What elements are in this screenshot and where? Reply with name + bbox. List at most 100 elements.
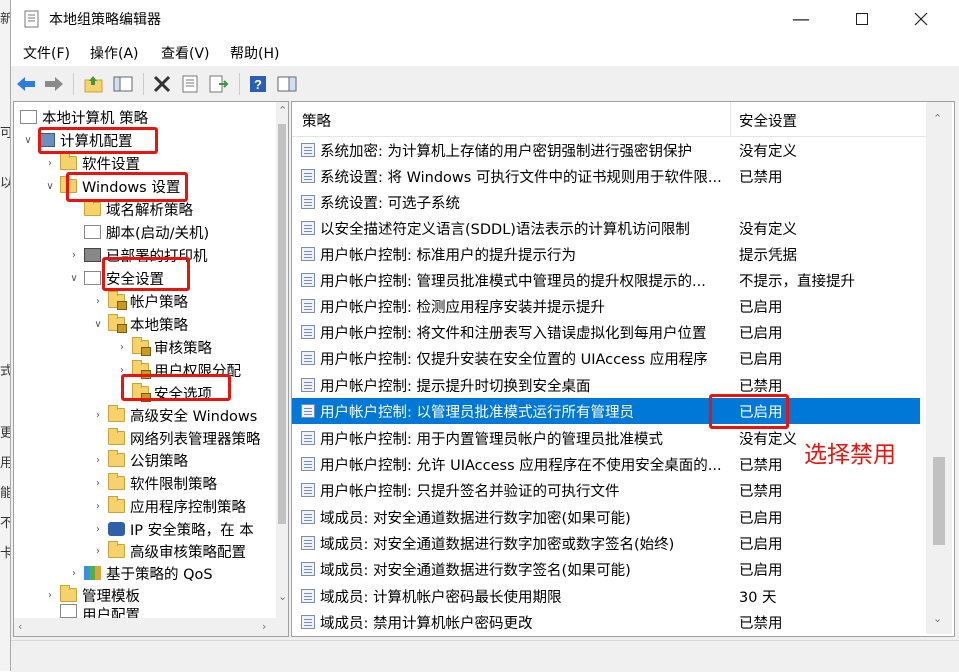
- expand-chevron-icon[interactable]: ›: [92, 524, 104, 535]
- table-row[interactable]: 用户帐户控制: 只提升签名并验证的可执行文件 已禁用: [292, 477, 920, 503]
- policy-name: 域成员: 计算机帐户密码最长使用期限: [320, 589, 562, 606]
- table-row[interactable]: 用户帐户控制: 仅提升安装在安全位置的 UIAccess 应用程序 已启用: [292, 345, 920, 371]
- highlight-security-options: [121, 374, 231, 401]
- tree-item-app-control[interactable]: › 应用程序控制策略: [92, 495, 246, 517]
- collapse-chevron-icon[interactable]: ∨: [92, 319, 104, 330]
- show-hide-tree-button[interactable]: [112, 73, 134, 95]
- scroll-up-arrow-icon[interactable]: ⌃: [278, 104, 287, 117]
- expand-chevron-icon[interactable]: ›: [44, 590, 56, 601]
- tree-item-label: 软件设置: [82, 156, 140, 173]
- tree-item-local-policies[interactable]: ∨ 本地策略: [92, 313, 188, 335]
- table-row[interactable]: 域成员: 禁用计算机帐户密码更改 已禁用: [292, 609, 920, 635]
- expand-chevron-icon[interactable]: ›: [68, 568, 80, 579]
- delete-button[interactable]: [151, 73, 173, 95]
- scroll-right-arrow-icon[interactable]: ›: [262, 620, 266, 633]
- window-title: 本地组策略编辑器: [49, 12, 161, 28]
- back-button[interactable]: [15, 73, 37, 95]
- table-row[interactable]: 系统加密: 为计算机上存储的用户密钥强制进行强密钥保护 没有定义: [292, 137, 920, 163]
- up-folder-button[interactable]: [83, 73, 105, 95]
- tree-item-local-computer-policy[interactable]: 本地计算机 策略: [20, 106, 148, 128]
- menu-bar: 文件(F) 操作(A) 查看(V) 帮助(H): [11, 38, 959, 66]
- tree-item-audit-policy[interactable]: › 审核策略: [116, 336, 212, 358]
- scroll-left-arrow-icon[interactable]: ‹: [18, 620, 22, 633]
- expand-chevron-icon[interactable]: ›: [92, 478, 104, 489]
- policy-name: 用户帐户控制: 将文件和注册表写入错误虚拟化到每用户位置: [320, 325, 707, 342]
- table-row[interactable]: 系统设置: 将 Windows 可执行文件中的证书规则用于软件限... 已禁用: [292, 163, 920, 189]
- policy-name: 域成员: 对安全通道数据进行数字签名(如果可能): [320, 562, 631, 579]
- expand-chevron-icon[interactable]: ›: [92, 546, 104, 557]
- table-row[interactable]: 用户帐户控制: 标准用户的提升提示行为 提示凭据: [292, 241, 920, 267]
- table-row[interactable]: 域成员: 对安全通道数据进行数字加密(如果可能) 已启用: [292, 504, 920, 530]
- scroll-down-arrow-icon[interactable]: ⌄: [278, 590, 287, 603]
- policy-setting: 已启用: [739, 325, 783, 342]
- export-list-button[interactable]: [208, 73, 230, 95]
- table-row[interactable]: 用户帐户控制: 将文件和注册表写入错误虚拟化到每用户位置 已启用: [292, 319, 920, 345]
- folder-icon: [108, 428, 125, 445]
- table-row[interactable]: 域成员: 对安全通道数据进行数字加密或数字签名(始终) 已启用: [292, 530, 920, 556]
- lock-folder-icon: [108, 314, 127, 333]
- tree-item-ip-security[interactable]: › IP 安全策略，在 本: [92, 518, 254, 540]
- toolbar-separator: [143, 73, 144, 95]
- tree-item-software-settings[interactable]: › 软件设置: [44, 152, 140, 174]
- expand-chevron-icon[interactable]: ›: [92, 501, 104, 512]
- tree-horizontal-scrollbar[interactable]: ‹ ›: [14, 618, 276, 636]
- properties-button[interactable]: [179, 73, 201, 95]
- expand-chevron-icon[interactable]: ›: [116, 342, 128, 353]
- tree-item-account-policies[interactable]: › 帐户策略: [92, 290, 188, 312]
- highlight-computer-config: [38, 127, 158, 154]
- table-row-selected[interactable]: 用户帐户控制: 以管理员批准模式运行所有管理员 已启用: [292, 398, 920, 424]
- table-row[interactable]: 用户帐户控制: 管理员批准模式中管理员的提升权限提示的... 不提示，直接提升: [292, 267, 920, 293]
- policy-item-icon: [301, 221, 315, 235]
- forward-button[interactable]: [43, 73, 65, 95]
- view-button[interactable]: [276, 73, 298, 95]
- expand-chevron-icon[interactable]: ›: [92, 410, 104, 421]
- expand-chevron-icon[interactable]: ›: [68, 250, 80, 261]
- scrollbar-thumb[interactable]: [933, 457, 945, 545]
- tree-item-public-key[interactable]: › 公钥策略: [92, 449, 188, 471]
- close-button[interactable]: [898, 0, 944, 38]
- scrollbar-thumb[interactable]: [278, 124, 286, 524]
- tree-item-label: 软件限制策略: [130, 476, 217, 493]
- policy-item-icon: [301, 247, 315, 261]
- table-row[interactable]: 系统设置: 可选子系统: [292, 189, 920, 215]
- expand-chevron-icon[interactable]: ›: [92, 296, 104, 307]
- menu-help[interactable]: 帮助(H): [230, 43, 279, 63]
- table-row[interactable]: 域成员: 计算机帐户密码最长使用期限 30 天: [292, 583, 920, 609]
- tree-item-advanced-audit[interactable]: › 高级审核策略配置: [92, 540, 246, 562]
- column-header-setting[interactable]: 安全设置: [739, 110, 797, 131]
- policy-setting: 已禁用: [739, 378, 783, 395]
- menu-file[interactable]: 文件(F): [23, 43, 70, 63]
- tree-item-network-list[interactable]: 网络列表管理器策略: [92, 427, 261, 449]
- policy-list-pane[interactable]: ⌃ 策略 安全设置 系统加密: 为计算机上存储的用户密钥强制进行强密钥保护 没有…: [291, 101, 955, 637]
- list-vertical-scrollbar[interactable]: ⌃ ⌄: [926, 102, 952, 634]
- tree-item-user-config[interactable]: 用户配置: [44, 604, 140, 618]
- policy-name: 用户帐户控制: 只提升签名并验证的可执行文件: [320, 483, 620, 500]
- collapse-chevron-icon[interactable]: ∨: [68, 273, 80, 284]
- table-row[interactable]: 域成员: 对安全通道数据进行数字签名(如果可能) 已启用: [292, 556, 920, 582]
- column-header-policy[interactable]: 策略: [302, 110, 331, 131]
- help-button[interactable]: ?: [247, 73, 269, 95]
- table-row[interactable]: 用户帐户控制: 提示提升时切换到安全桌面 已禁用: [292, 372, 920, 398]
- tree-item-scripts[interactable]: 脚本(启动/关机): [68, 221, 209, 243]
- tree-item-qos[interactable]: › 基于策略的 QoS: [68, 562, 213, 584]
- shield-icon: [108, 522, 125, 536]
- collapse-chevron-icon[interactable]: ∨: [44, 181, 56, 192]
- tree-vertical-scrollbar[interactable]: ⌃ ⌄: [276, 102, 288, 636]
- tree-item-software-restriction[interactable]: › 软件限制策略: [92, 472, 217, 494]
- tree-item-admin-templates[interactable]: › 管理模板: [44, 584, 140, 606]
- column-divider[interactable]: [730, 102, 731, 136]
- collapse-chevron-icon[interactable]: ∨: [22, 135, 34, 146]
- table-row[interactable]: 用户帐户控制: 检测应用程序安装并提示提升 已启用: [292, 293, 920, 319]
- minimize-button[interactable]: —: [778, 0, 824, 38]
- menu-action[interactable]: 操作(A): [90, 43, 139, 63]
- scroll-up-arrow-icon[interactable]: ⌃: [933, 112, 942, 125]
- tree-item-advanced-firewall[interactable]: › 高级安全 Windows: [92, 404, 257, 426]
- table-row[interactable]: 以安全描述符定义语言(SDDL)语法表示的计算机访问限制 没有定义: [292, 215, 920, 241]
- menu-view[interactable]: 查看(V): [161, 43, 210, 63]
- folder-icon: [108, 405, 125, 422]
- expand-chevron-icon[interactable]: ›: [92, 455, 104, 466]
- maximize-button[interactable]: [839, 0, 885, 38]
- expand-chevron-icon[interactable]: ›: [44, 158, 56, 169]
- policy-item-icon: [301, 273, 315, 287]
- scroll-down-arrow-icon[interactable]: ⌄: [933, 612, 942, 625]
